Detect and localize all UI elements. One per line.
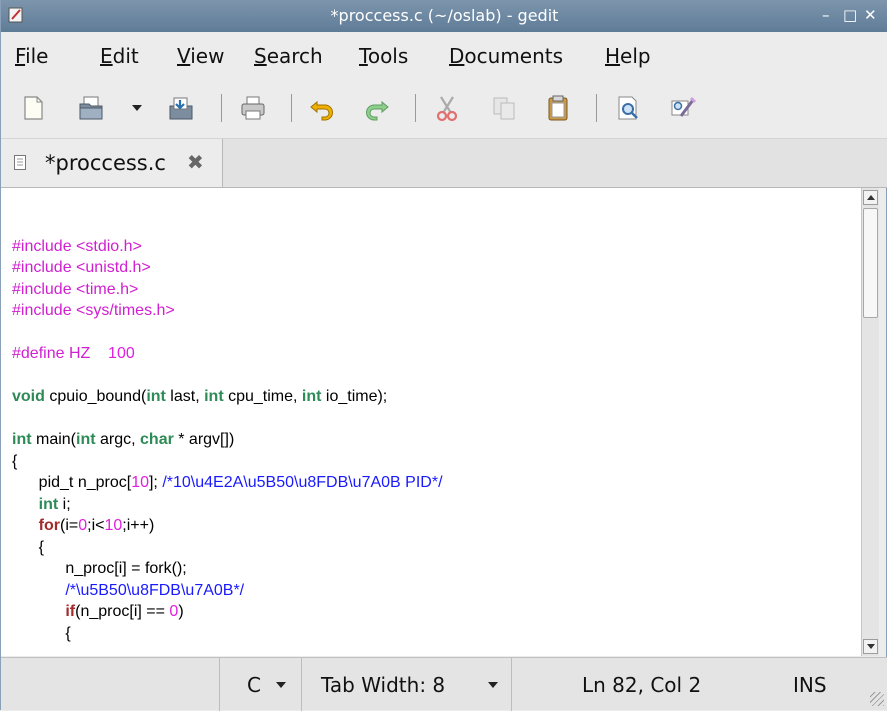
menu-documents-mnemonic: D bbox=[449, 44, 465, 68]
toolbar-separator bbox=[221, 94, 222, 122]
code-line: { bbox=[12, 538, 45, 556]
window-title: *proccess.c (~/oslab) - gedit bbox=[330, 6, 559, 25]
code-line: #include <sys/times.h> bbox=[12, 302, 175, 319]
insert-mode: INS bbox=[793, 673, 827, 697]
open-dropdown-icon[interactable] bbox=[132, 105, 142, 111]
toolbar-separator bbox=[415, 94, 416, 122]
tab-width-dropdown-icon[interactable] bbox=[488, 682, 498, 688]
save-icon[interactable] bbox=[167, 94, 195, 122]
document-icon bbox=[14, 155, 26, 170]
cursor-position: Ln 82, Col 2 bbox=[582, 673, 702, 697]
code-line: pid_t n_proc[10]; /*10\u4E2A\u5B50\u8FDB… bbox=[12, 474, 443, 491]
code-line: /*\u5B50\u8FDB\u7A0B*/ bbox=[12, 581, 245, 599]
find-icon[interactable] bbox=[614, 94, 642, 122]
language-selector[interactable]: C bbox=[247, 673, 261, 697]
menu-file-label: ile bbox=[25, 44, 49, 68]
menu-tools[interactable]: Tools bbox=[359, 44, 408, 68]
code-line: int main(int argc, char * argv[]) bbox=[12, 431, 235, 448]
code-line: #define HZ 100 bbox=[12, 345, 135, 362]
code-line: #include <unistd.h> bbox=[12, 259, 151, 276]
new-document-icon[interactable] bbox=[19, 94, 47, 122]
menu-view-label: iew bbox=[190, 44, 225, 68]
menu-help[interactable]: Help bbox=[605, 44, 651, 68]
menu-edit[interactable]: Edit bbox=[100, 44, 139, 68]
minimize-button[interactable]: – bbox=[822, 6, 830, 24]
document-tab-strip: *proccess.c ✖ bbox=[1, 139, 887, 188]
menu-documents-label: ocuments bbox=[464, 44, 564, 68]
menu-documents[interactable]: Documents bbox=[449, 44, 563, 68]
menu-tools-label: ools bbox=[367, 44, 409, 68]
menu-tools-mnemonic: T bbox=[359, 44, 368, 68]
scroll-up-button[interactable] bbox=[863, 190, 878, 205]
find-replace-icon[interactable] bbox=[669, 94, 697, 122]
gedit-window: *proccess.c (~/oslab) - gedit – □ ✕ File… bbox=[0, 0, 887, 711]
redo-icon[interactable] bbox=[363, 94, 391, 122]
paste-icon[interactable] bbox=[544, 94, 572, 122]
menu-file-mnemonic: F bbox=[15, 44, 26, 68]
menu-help-mnemonic: H bbox=[605, 44, 621, 68]
toolbar bbox=[1, 80, 887, 139]
resize-grip-icon[interactable] bbox=[870, 692, 884, 706]
tab-label: *proccess.c bbox=[45, 151, 166, 175]
scroll-thumb[interactable] bbox=[863, 208, 878, 318]
language-dropdown-icon[interactable] bbox=[276, 682, 286, 688]
status-separator bbox=[511, 658, 512, 711]
code-line: #include <stdio.h> bbox=[12, 237, 142, 255]
menu-view-mnemonic: V bbox=[177, 44, 191, 68]
vertical-scrollbar[interactable] bbox=[861, 188, 879, 656]
menu-search-mnemonic: S bbox=[254, 44, 267, 68]
toolbar-separator bbox=[596, 94, 597, 122]
print-icon[interactable] bbox=[239, 94, 267, 122]
menu-search-label: earch bbox=[266, 44, 323, 68]
code-line: void cpuio_bound(int last, int cpu_time,… bbox=[12, 388, 388, 405]
code-line: int i; bbox=[38, 495, 71, 513]
menu-view[interactable]: View bbox=[177, 44, 224, 68]
tab-proccess-c[interactable]: *proccess.c ✖ bbox=[1, 139, 223, 187]
code-line: n_proc[i] = fork(); bbox=[12, 560, 187, 577]
code-line: #include <time.h> bbox=[12, 280, 139, 298]
open-icon[interactable] bbox=[77, 94, 105, 122]
menu-edit-mnemonic: E bbox=[100, 44, 113, 68]
maximize-button[interactable]: □ bbox=[843, 6, 857, 24]
menu-help-label: elp bbox=[620, 44, 651, 68]
code-view[interactable]: #include <stdio.h> #include <unistd.h> #… bbox=[12, 214, 443, 644]
status-separator bbox=[219, 658, 220, 711]
menu-edit-label: dit bbox=[112, 44, 139, 68]
status-bar: C Tab Width: 8 Ln 82, Col 2 INS bbox=[1, 657, 887, 711]
code-line: if(n_proc[i] == 0) bbox=[65, 603, 184, 620]
text-editor[interactable]: #include <stdio.h> #include <unistd.h> #… bbox=[1, 188, 861, 656]
code-line: for(i=0;i<10;i++) bbox=[38, 517, 155, 534]
toolbar-separator bbox=[291, 94, 292, 122]
title-bar: *proccess.c (~/oslab) - gedit – □ ✕ bbox=[1, 0, 887, 32]
code-line: { bbox=[12, 624, 71, 642]
menu-file[interactable]: File bbox=[15, 44, 48, 68]
tab-close-icon[interactable]: ✖ bbox=[187, 150, 204, 174]
tab-width-selector[interactable]: Tab Width: 8 bbox=[321, 673, 445, 697]
cut-icon[interactable] bbox=[433, 94, 461, 122]
undo-icon[interactable] bbox=[308, 94, 336, 122]
menu-search[interactable]: Search bbox=[254, 44, 323, 68]
close-window-button[interactable]: ✕ bbox=[864, 6, 877, 24]
scroll-down-button[interactable] bbox=[863, 639, 878, 654]
copy-icon[interactable] bbox=[490, 94, 518, 122]
status-separator bbox=[301, 658, 302, 711]
code-line: { bbox=[12, 452, 18, 470]
menu-bar: File Edit View Search Tools Documents He… bbox=[1, 32, 887, 80]
